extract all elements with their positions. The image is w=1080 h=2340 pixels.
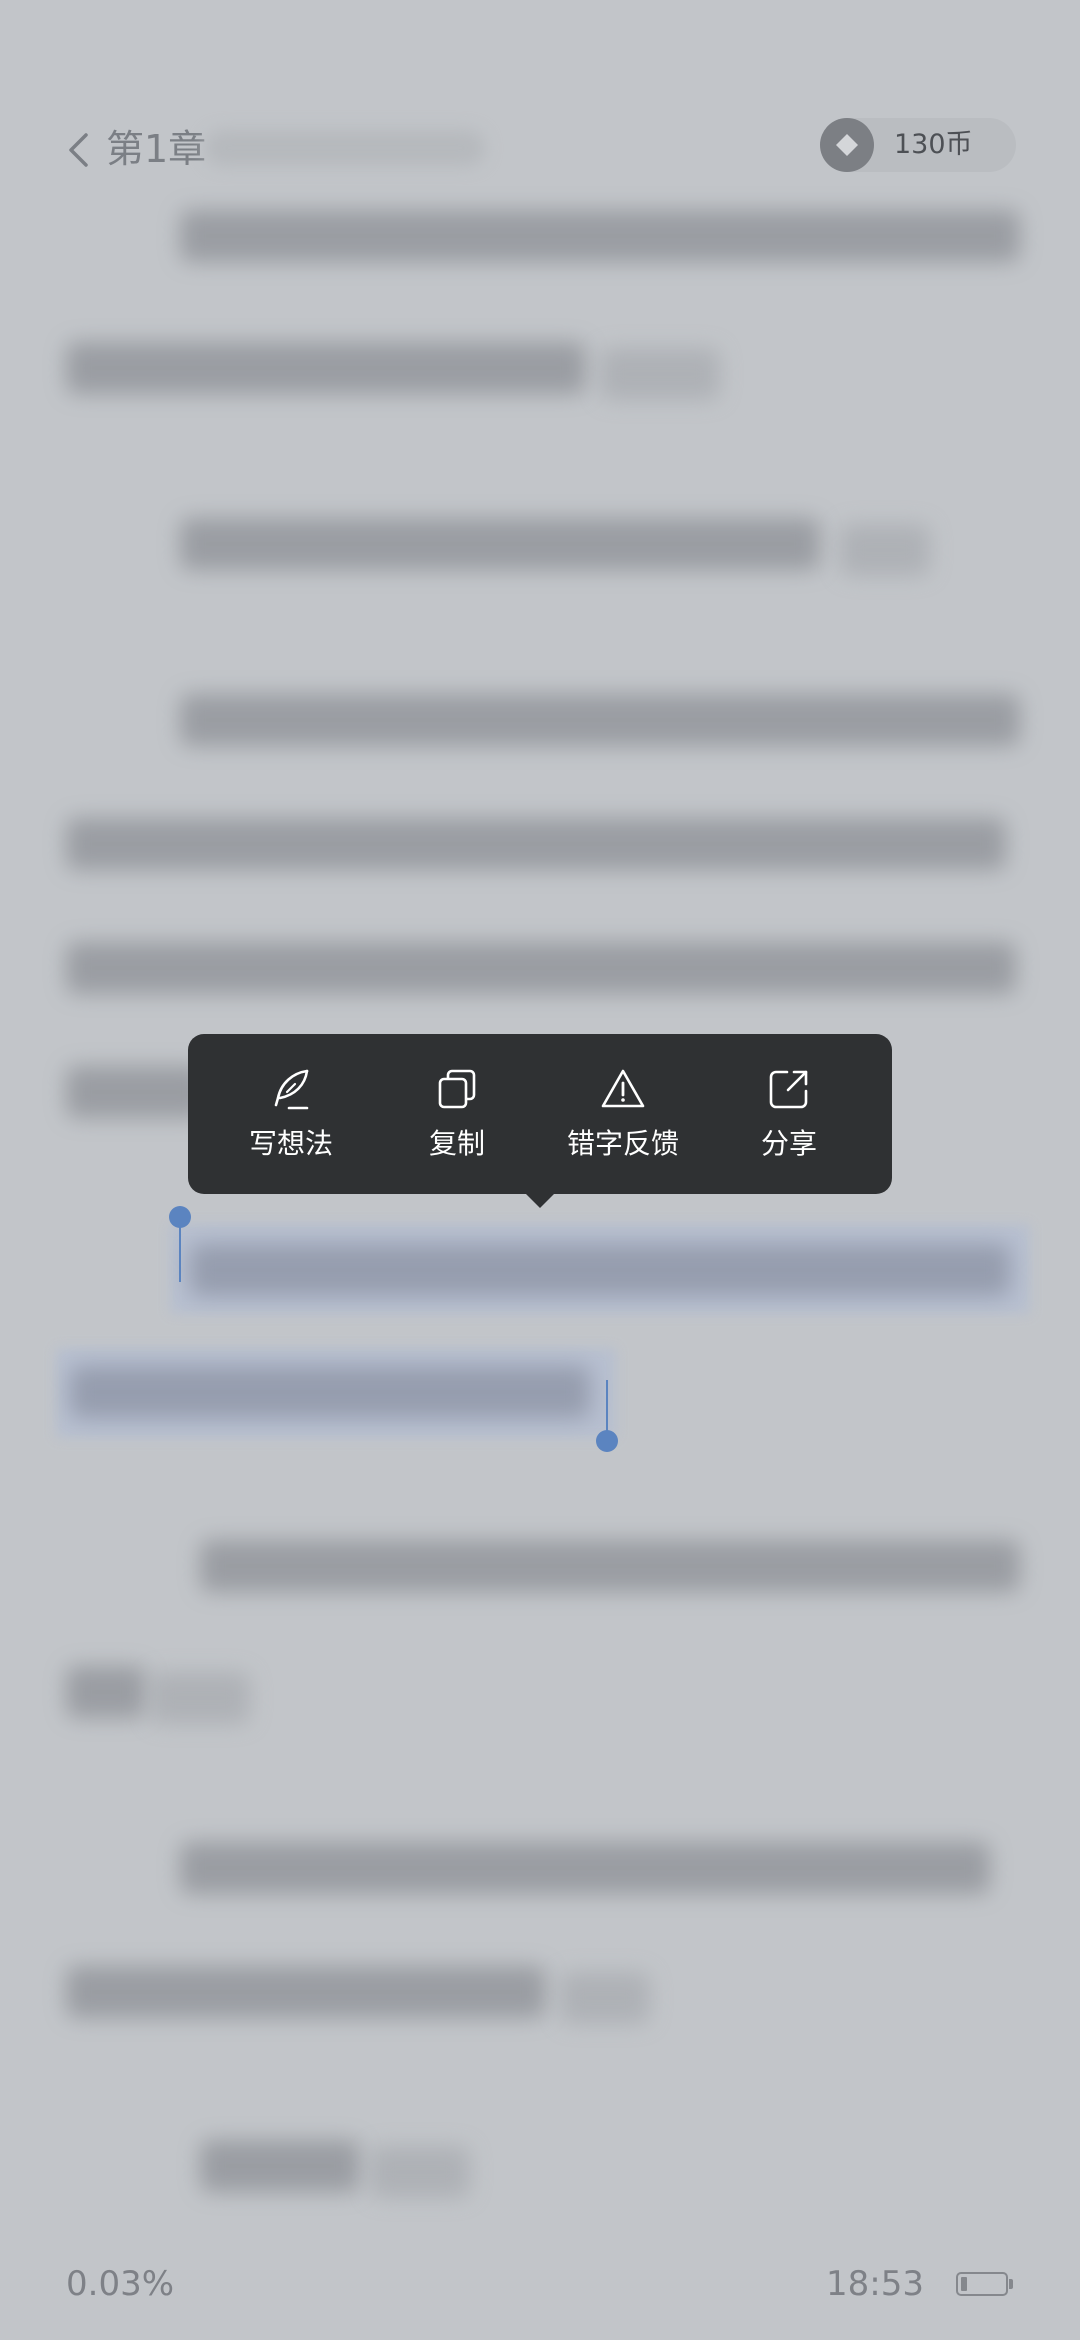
selection-context-menu: 写想法 复制 错字反馈 分享 — [188, 1034, 892, 1194]
chapter-subtitle-blurred — [205, 130, 485, 166]
chevron-left-icon — [69, 133, 88, 167]
text-line — [180, 210, 1020, 262]
copy-icon — [434, 1066, 480, 1112]
feather-pen-icon — [268, 1066, 314, 1112]
text-line — [840, 524, 930, 576]
share-arrow-icon — [766, 1066, 812, 1112]
battery-icon — [956, 2272, 1008, 2296]
text-line — [150, 1672, 250, 1724]
clock-time: 18:53 — [826, 2264, 924, 2304]
selection-end-handle[interactable] — [596, 1430, 618, 1452]
text-line — [66, 1066, 206, 1118]
reader-header: 第1章 130币 — [0, 100, 1080, 200]
copy-button[interactable]: 复制 — [377, 1049, 537, 1179]
reader-page: 第1章 130币 写想法 复制 错字反馈 分享 0.03% 18:53 — [0, 0, 1080, 2340]
text-line-selected — [190, 1244, 1010, 1296]
battery-level — [961, 2277, 967, 2291]
back-button[interactable] — [56, 122, 100, 178]
text-line — [66, 342, 586, 394]
typo-feedback-label: 错字反馈 — [566, 1127, 679, 1160]
text-line — [560, 1972, 650, 2024]
share-label: 分享 — [760, 1127, 817, 1160]
text-line — [180, 1842, 990, 1894]
coin-balance-badge[interactable]: 130币 — [820, 118, 1016, 172]
text-line — [66, 818, 1006, 870]
text-line — [180, 694, 1020, 746]
text-line — [600, 348, 720, 400]
coin-icon — [820, 118, 874, 172]
coin-balance: 130币 — [894, 129, 973, 160]
reading-progress: 0.03% — [66, 2264, 175, 2304]
typo-feedback-button[interactable]: 错字反馈 — [543, 1049, 703, 1179]
selection-start-stem — [179, 1226, 181, 1282]
selection-start-handle[interactable] — [169, 1206, 191, 1228]
text-line — [66, 942, 1016, 994]
write-note-button[interactable]: 写想法 — [211, 1049, 371, 1179]
warning-triangle-icon — [600, 1066, 646, 1112]
text-line — [180, 518, 820, 570]
write-note-label: 写想法 — [248, 1127, 333, 1160]
chapter-title: 第1章 — [106, 127, 207, 171]
text-line — [370, 2146, 470, 2198]
share-button[interactable]: 分享 — [709, 1049, 869, 1179]
text-line — [200, 2140, 360, 2192]
copy-label: 复制 — [428, 1127, 485, 1160]
text-line-selected — [70, 1366, 590, 1418]
text-line — [66, 1666, 146, 1718]
battery-tip — [1009, 2279, 1013, 2289]
selection-end-stem — [606, 1380, 608, 1436]
text-line — [200, 1540, 1020, 1592]
context-menu-pointer — [524, 1192, 556, 1208]
text-line — [66, 1966, 546, 2018]
